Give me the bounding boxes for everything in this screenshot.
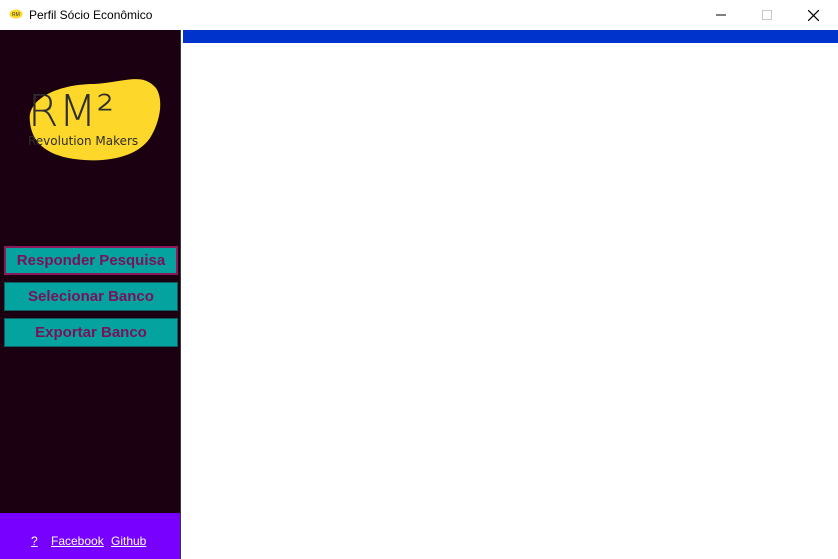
close-button[interactable] — [790, 0, 836, 30]
sidebar-footer: ? Facebook Github — [0, 513, 181, 559]
main-content-area — [183, 43, 838, 559]
minimize-button[interactable] — [698, 0, 744, 30]
selecionar-banco-button[interactable]: Selecionar Banco — [4, 282, 178, 311]
minimize-icon — [716, 14, 726, 16]
svg-text:Revolution Makers: Revolution Makers — [28, 134, 138, 148]
responder-pesquisa-button[interactable]: Responder Pesquisa — [4, 246, 178, 275]
rm2-logo: RM² Revolution Makers — [28, 79, 161, 161]
app-icon: RM — [9, 9, 23, 19]
header-bar — [183, 30, 838, 43]
facebook-link[interactable]: Facebook — [51, 534, 104, 548]
sidebar: RM² Revolution Makers Responder Pesquisa… — [0, 30, 181, 559]
maximize-button[interactable] — [744, 0, 790, 30]
svg-text:RM: RM — [12, 12, 20, 18]
svg-text:RM²: RM² — [28, 86, 114, 137]
github-link[interactable]: Github — [111, 534, 146, 548]
exportar-banco-button[interactable]: Exportar Banco — [4, 318, 178, 347]
window-titlebar: RM Perfil Sócio Econômico — [0, 0, 838, 30]
help-link[interactable]: ? — [31, 534, 38, 548]
close-icon — [807, 9, 819, 21]
window-title: Perfil Sócio Econômico — [29, 8, 153, 22]
maximize-icon — [762, 10, 772, 20]
